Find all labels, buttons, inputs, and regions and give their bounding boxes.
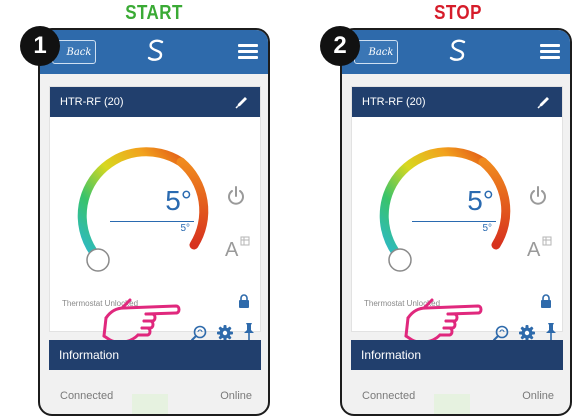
auto-mode-icon[interactable]: A bbox=[224, 235, 252, 259]
padlock-icon[interactable] bbox=[540, 294, 552, 308]
auto-mode-icon[interactable]: A bbox=[526, 235, 554, 259]
power-icon[interactable] bbox=[226, 185, 246, 207]
temperature-divider bbox=[412, 221, 496, 222]
app-top-bar: Back bbox=[342, 30, 570, 74]
connection-value: Online bbox=[220, 390, 252, 402]
step-2-caption: STOP bbox=[434, 2, 482, 24]
information-title: Information bbox=[361, 348, 422, 362]
connection-label: Connected bbox=[362, 390, 416, 402]
padlock-icon[interactable] bbox=[238, 294, 250, 308]
pencil-icon[interactable] bbox=[234, 94, 250, 110]
connection-label: Connected bbox=[60, 390, 114, 402]
back-button[interactable]: Back bbox=[354, 40, 398, 64]
device-header: HTR-RF (20) bbox=[352, 87, 562, 117]
step-1-caption: START bbox=[125, 2, 183, 24]
connection-indicator bbox=[132, 394, 168, 414]
svg-text:A: A bbox=[527, 239, 541, 259]
connection-indicator bbox=[434, 394, 470, 414]
pencil-icon[interactable] bbox=[536, 94, 552, 110]
device-name: HTR-RF (20) bbox=[60, 96, 124, 108]
information-section-header[interactable]: Information bbox=[49, 340, 261, 370]
connection-status-row: Connected Online bbox=[342, 382, 570, 414]
step-1-number-badge: 1 bbox=[20, 26, 60, 66]
salus-logo-icon bbox=[147, 39, 164, 61]
pushpin-icon[interactable] bbox=[242, 322, 256, 342]
current-temperature: 5° bbox=[482, 223, 492, 234]
power-icon[interactable] bbox=[528, 185, 548, 207]
set-temperature: 5° bbox=[467, 185, 494, 216]
hamburger-menu-icon[interactable] bbox=[540, 44, 560, 60]
svg-text:A: A bbox=[225, 239, 239, 259]
connection-status-row: Connected Online bbox=[40, 382, 268, 414]
step-2-number-badge: 2 bbox=[320, 26, 360, 66]
app-top-bar: Back bbox=[40, 30, 268, 74]
device-header: HTR-RF (20) bbox=[50, 87, 260, 117]
information-section-header[interactable]: Information bbox=[351, 340, 563, 370]
pushpin-icon[interactable] bbox=[544, 322, 558, 342]
current-temperature: 5° bbox=[180, 223, 190, 234]
connection-value: Online bbox=[522, 390, 554, 402]
temperature-divider bbox=[110, 221, 194, 222]
information-title: Information bbox=[59, 348, 120, 362]
hamburger-menu-icon[interactable] bbox=[238, 44, 258, 60]
phone-screen-step-2: Back HTR-RF (20) 5° 5° A Thermostat Unlo… bbox=[340, 28, 572, 416]
salus-logo-icon bbox=[449, 39, 466, 61]
phone-screen-step-1: Back HTR-RF (20) 5° 5° A Thermostat Unlo… bbox=[38, 28, 270, 416]
device-name: HTR-RF (20) bbox=[362, 96, 426, 108]
set-temperature: 5° bbox=[165, 185, 192, 216]
